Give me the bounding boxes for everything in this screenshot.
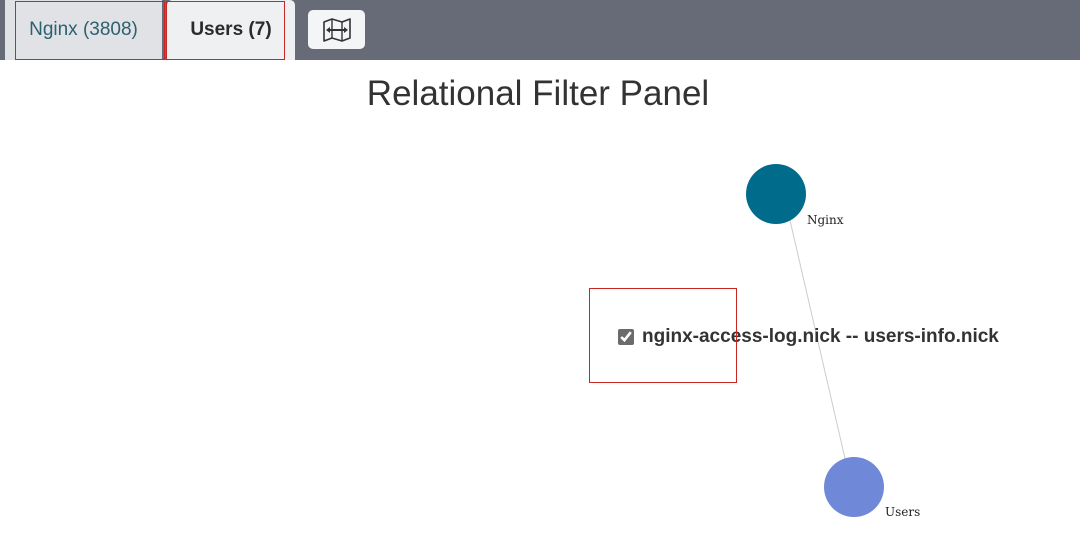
- node-users[interactable]: [824, 457, 884, 517]
- node-users-label: Users: [885, 505, 920, 519]
- node-nginx[interactable]: [746, 164, 806, 224]
- relation-link-filter: nginx-access-log.nick -- users-info.nick: [618, 326, 999, 348]
- relation-link-label: nginx-access-log.nick -- users-info.nick: [642, 326, 999, 347]
- relation-link-checkbox[interactable]: [618, 329, 634, 345]
- relation-graph: Nginx Users: [746, 164, 920, 519]
- node-nginx-label: Nginx: [807, 213, 844, 227]
